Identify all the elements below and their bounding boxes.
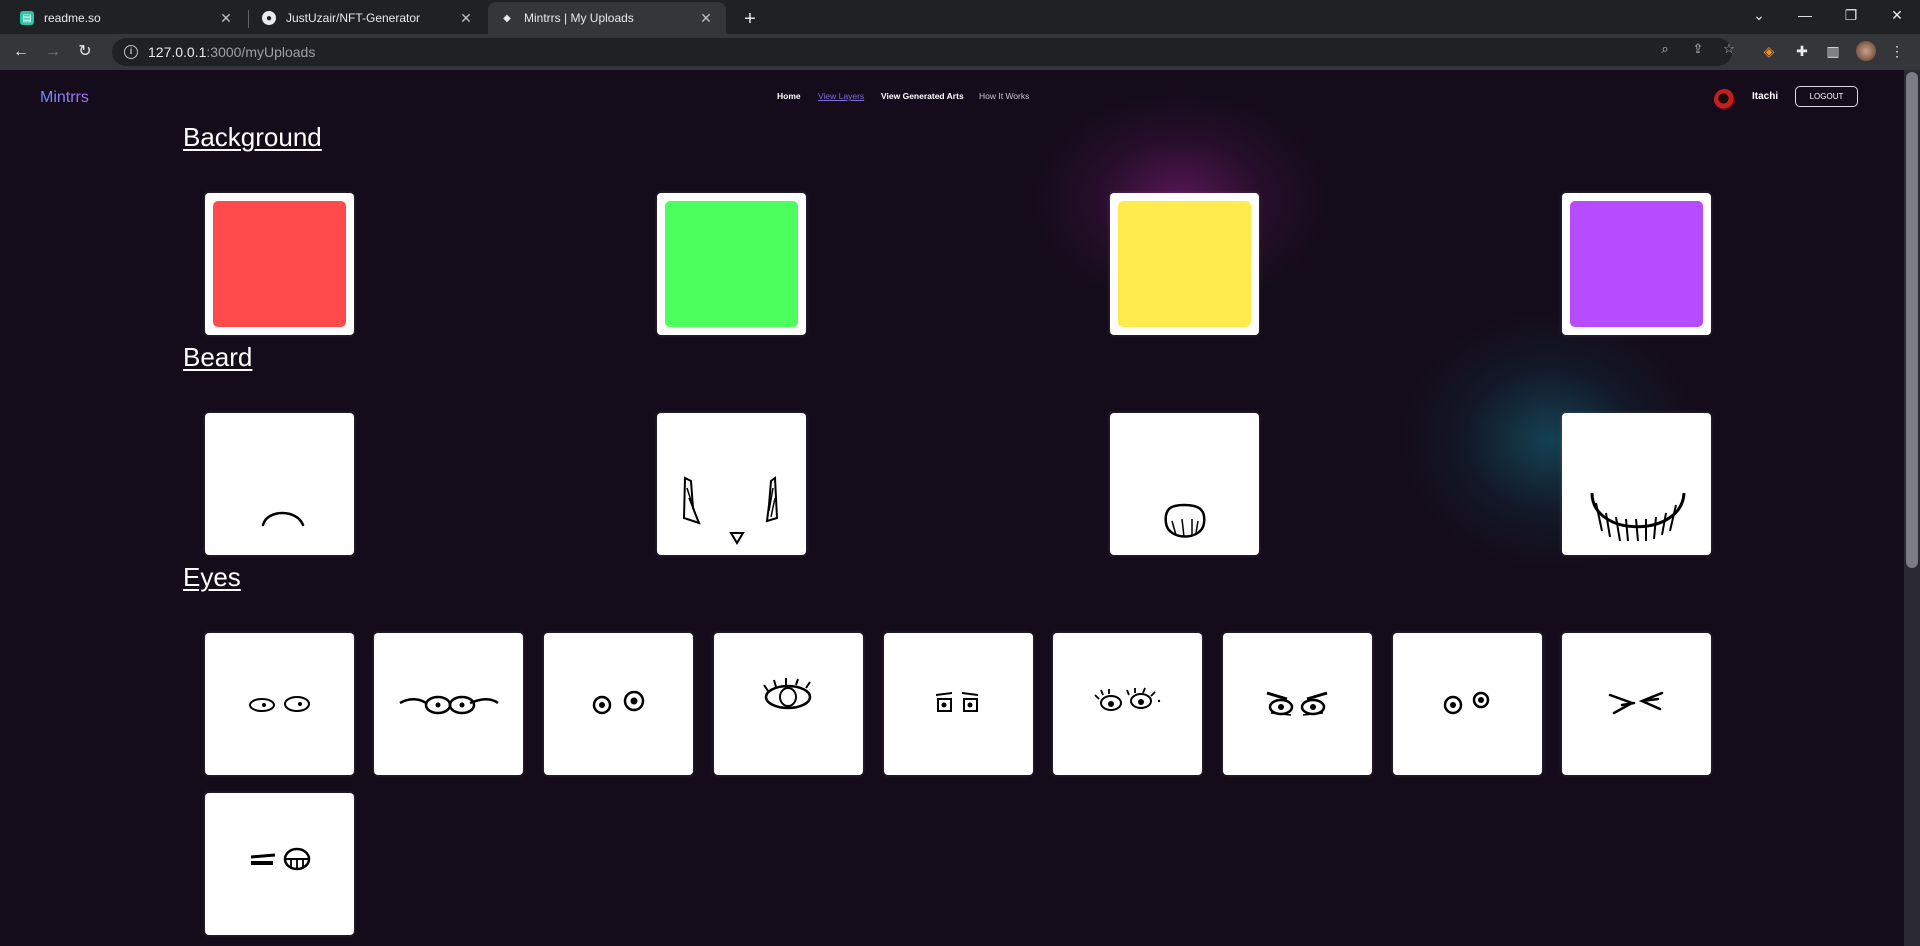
- tab-title: readme.so: [44, 11, 101, 25]
- eyes-angry-icon: [1266, 691, 1328, 716]
- layer-card[interactable]: [544, 633, 693, 775]
- layer-card[interactable]: [884, 633, 1033, 775]
- layer-card[interactable]: [205, 413, 354, 555]
- user-avatar[interactable]: [1714, 89, 1735, 110]
- section-title-background: Background: [183, 122, 322, 152]
- eyes-square-icon: [935, 692, 979, 712]
- layer-card[interactable]: [1393, 633, 1542, 775]
- nav-how-it-works[interactable]: How It Works: [979, 91, 1029, 101]
- beard-full-icon: [1590, 492, 1686, 542]
- url-host: 127.0.0.1: [148, 44, 207, 60]
- eyes-dots-icon: [1443, 691, 1490, 715]
- eyes-squint-icon: [1608, 691, 1664, 715]
- browser-tab-readme[interactable]: ▤ readme.so ✕: [8, 2, 246, 34]
- layer-card[interactable]: [657, 413, 806, 555]
- eyes-simple-icon: [249, 696, 310, 712]
- nav-view-generated-arts[interactable]: View Generated Arts: [881, 91, 964, 101]
- reload-icon[interactable]: ↻: [73, 40, 97, 64]
- layer-card[interactable]: [657, 193, 806, 335]
- github-icon: ●: [262, 11, 276, 25]
- layer-card[interactable]: [1110, 193, 1259, 335]
- section-title-beard: Beard: [183, 342, 253, 372]
- zoom-icon[interactable]: ⌕: [1657, 41, 1673, 57]
- color-swatch: [213, 201, 346, 327]
- beard-goatee-icon: [1164, 503, 1206, 538]
- tab-separator: [248, 10, 249, 28]
- layer-card[interactable]: [205, 193, 354, 335]
- minimize-icon[interactable]: —: [1782, 0, 1828, 30]
- browser-tab-mintrrs[interactable]: ◆ Mintrrs | My Uploads ✕: [488, 2, 726, 34]
- logout-button[interactable]: LOGOUT: [1795, 86, 1858, 107]
- new-tab-icon[interactable]: +: [737, 6, 763, 32]
- color-swatch: [665, 201, 798, 327]
- brand-logo[interactable]: Mintrrs: [40, 89, 89, 107]
- layer-card[interactable]: [1562, 193, 1711, 335]
- layer-card[interactable]: [1562, 413, 1711, 555]
- url-path: :3000/myUploads: [206, 44, 316, 60]
- eye-lashes-icon: [763, 678, 812, 710]
- section-title-eyes: Eyes: [183, 562, 241, 592]
- close-window-icon[interactable]: ✕: [1874, 0, 1920, 30]
- layer-card[interactable]: [1053, 633, 1202, 775]
- close-tab-icon[interactable]: ✕: [218, 10, 234, 27]
- nav-view-layers[interactable]: View Layers: [818, 91, 864, 101]
- scrollbar-thumb[interactable]: [1906, 72, 1918, 568]
- beard-sideburns-icon: [682, 476, 779, 545]
- layer-card[interactable]: [205, 633, 354, 775]
- close-tab-icon[interactable]: ✕: [698, 10, 714, 27]
- username: Itachi: [1752, 91, 1779, 102]
- beard-arc-icon: [261, 511, 305, 527]
- browser-tab-bar: ▤ readme.so ✕ ● JustUzair/NFT-Generator …: [0, 0, 1920, 34]
- bookmark-star-icon[interactable]: ☆: [1721, 41, 1737, 57]
- share-icon[interactable]: ⇪: [1690, 41, 1706, 57]
- extensions-icon[interactable]: ✚: [1793, 42, 1811, 60]
- layer-card[interactable]: [205, 793, 354, 935]
- layer-card[interactable]: [1110, 413, 1259, 555]
- eyes-glasses-icon: [399, 695, 499, 715]
- browser-tab-github[interactable]: ● JustUzair/NFT-Generator ✕: [250, 2, 486, 34]
- profile-avatar-icon[interactable]: [1856, 41, 1876, 61]
- forward-icon[interactable]: →: [41, 40, 65, 64]
- eyes-wink-icon: [250, 847, 311, 871]
- layer-card[interactable]: [1562, 633, 1711, 775]
- layer-card[interactable]: [714, 633, 863, 775]
- tab-title: JustUzair/NFT-Generator: [286, 11, 421, 25]
- back-icon[interactable]: ←: [9, 40, 33, 64]
- menu-dots-icon[interactable]: ⋮: [1888, 42, 1906, 60]
- tab-title: Mintrrs | My Uploads: [524, 11, 634, 25]
- color-swatch: [1570, 201, 1703, 327]
- tab-search-icon[interactable]: ⌄: [1736, 0, 1782, 30]
- site-info-icon[interactable]: i: [124, 45, 138, 59]
- browser-toolbar: ← → ↻ i 127.0.0.1:3000/myUploads ⌕ ⇪ ☆: [0, 34, 1920, 70]
- readme-icon: ▤: [20, 11, 34, 25]
- page-content: Mintrrs Home View Layers View Generated …: [0, 70, 1904, 946]
- layer-card[interactable]: [1223, 633, 1372, 775]
- eyes-lashes-pair-icon: [1094, 687, 1161, 711]
- restore-icon[interactable]: ❐: [1828, 0, 1874, 30]
- close-tab-icon[interactable]: ✕: [458, 10, 474, 27]
- eyes-round-icon: [592, 690, 645, 715]
- side-panel-icon[interactable]: ▥: [1824, 42, 1842, 60]
- metamask-icon[interactable]: ◈: [1760, 42, 1778, 60]
- ethereum-icon: ◆: [503, 12, 511, 24]
- layer-card[interactable]: [374, 633, 523, 775]
- address-bar[interactable]: i 127.0.0.1:3000/myUploads: [112, 38, 1732, 66]
- color-swatch: [1118, 201, 1251, 327]
- nav-home[interactable]: Home: [777, 91, 801, 101]
